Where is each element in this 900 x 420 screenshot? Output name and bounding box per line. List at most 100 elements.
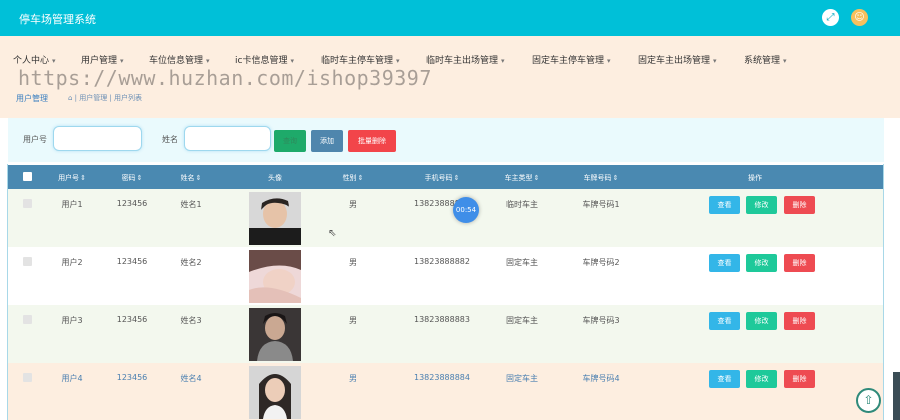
avatar-photo-image <box>249 192 301 245</box>
cell-owner-type: 固定车主 <box>506 374 538 383</box>
avatar-photo <box>249 192 301 245</box>
cell-name: 姓名4 <box>180 374 202 383</box>
sort-icon: ⇕ <box>533 174 540 182</box>
view-button[interactable]: 查看 <box>709 312 740 330</box>
edit-button[interactable]: 修改 <box>746 196 777 214</box>
column-header[interactable]: 用户号⇕ <box>58 173 86 183</box>
cell-phone: 13823888884 <box>414 373 470 382</box>
column-header[interactable]: 密码⇕ <box>122 173 143 183</box>
avatar-photo-image <box>249 366 301 419</box>
user-no-input[interactable] <box>53 126 142 151</box>
cell-user-no: 用户1 <box>61 200 83 209</box>
user-no-label: 用户号 <box>23 135 47 144</box>
cell-plate: 车牌号码3 <box>582 316 620 325</box>
cell-name: 姓名3 <box>180 316 202 325</box>
nav-item-temp-parking[interactable]: 临时车主停车管理 ▾ <box>321 53 400 66</box>
table-row: 用户3 123456 姓名3 男 13823888883 固定车主 车牌号码3 … <box>8 305 883 363</box>
nav-item-system[interactable]: 系统管理 ▾ <box>744 53 787 66</box>
nav-item-user-management[interactable]: 用户管理 ▾ <box>81 53 124 66</box>
nav-item-parking-space[interactable]: 车位信息管理 ▾ <box>149 53 210 66</box>
app-title: 停车场管理系统 <box>19 13 96 26</box>
cell-password: 123456 <box>116 199 148 208</box>
name-label: 姓名 <box>162 135 178 144</box>
column-header[interactable]: 车主类型⇕ <box>505 173 540 183</box>
sort-icon: ⇕ <box>136 174 143 182</box>
row-checkbox[interactable] <box>23 199 32 208</box>
cell-owner-type: 固定车主 <box>506 258 538 267</box>
delete-button[interactable]: 删除 <box>784 312 815 330</box>
cell-phone: 13823888883 <box>414 315 470 324</box>
select-all-checkbox[interactable] <box>23 172 32 181</box>
back-to-top-button[interactable]: ⇧ <box>856 388 881 413</box>
table-row: 用户2 123456 姓名2 男 13823888882 固定车主 车牌号码2 … <box>8 247 883 305</box>
avatar-photo <box>249 250 301 303</box>
cell-user-no: 用户2 <box>61 258 83 267</box>
delete-button[interactable]: 删除 <box>784 254 815 272</box>
edit-button[interactable]: 修改 <box>746 312 777 330</box>
delete-button[interactable]: 删除 <box>784 196 815 214</box>
cell-gender: 男 <box>349 258 357 267</box>
chevron-down-icon: ▾ <box>501 57 505 65</box>
cell-name: 姓名1 <box>180 200 202 209</box>
column-header: 操作 <box>748 174 762 182</box>
cell-phone: 13823888882 <box>414 257 470 266</box>
avatar[interactable]: ☺ <box>851 9 868 26</box>
add-button[interactable]: 添加 <box>311 130 343 152</box>
nav-item-ic-card[interactable]: ic卡信息管理 ▾ <box>235 53 294 66</box>
edit-button[interactable]: 修改 <box>746 254 777 272</box>
nav-item-fixed-exit[interactable]: 固定车主出场管理 ▾ <box>638 53 717 66</box>
cell-plate: 车牌号码1 <box>582 200 620 209</box>
cell-password: 123456 <box>116 315 148 324</box>
cursor-icon: ⇖ <box>328 228 337 239</box>
nav-item-fixed-parking[interactable]: 固定车主停车管理 ▾ <box>532 53 611 66</box>
cell-user-no: 用户4 <box>61 374 83 383</box>
sort-icon: ⇕ <box>357 174 364 182</box>
cell-password: 123456 <box>116 257 148 266</box>
delete-button[interactable]: 删除 <box>784 370 815 388</box>
row-checkbox[interactable] <box>23 373 32 382</box>
row-checkbox[interactable] <box>23 257 32 266</box>
sort-icon: ⇕ <box>612 174 619 182</box>
column-header[interactable]: 手机号码⇕ <box>425 173 460 183</box>
cell-password: 123456 <box>116 373 148 382</box>
top-bar: 停车场管理系统 ⤢ ☺ <box>0 0 900 36</box>
search-button[interactable]: 查询 <box>274 130 306 152</box>
cell-gender: 男 <box>349 200 357 209</box>
table-header: 用户号⇕ 密码⇕ 姓名⇕ 头像 性别⇕ 手机号码⇕ 车主类型⇕ 车牌号码⇕ 操作 <box>8 165 883 189</box>
sort-icon: ⇕ <box>453 174 460 182</box>
page-title: 用户管理 <box>16 94 48 103</box>
view-button[interactable]: 查看 <box>709 370 740 388</box>
timer-badge: 00:54 <box>453 197 479 223</box>
nav-item-personal-center[interactable]: 个人中心 ▾ <box>13 53 56 66</box>
avatar-photo <box>249 308 301 361</box>
chevron-down-icon: ▾ <box>607 57 611 65</box>
sort-icon: ⇕ <box>80 174 86 182</box>
avatar-photo-image <box>249 308 301 361</box>
name-input[interactable] <box>184 126 271 151</box>
chevron-down-icon: ▾ <box>713 57 717 65</box>
chevron-down-icon: ▾ <box>396 57 400 65</box>
sort-icon: ⇕ <box>195 174 202 182</box>
column-header[interactable]: 姓名⇕ <box>181 173 202 183</box>
view-button[interactable]: 查看 <box>709 196 740 214</box>
cell-owner-type: 临时车主 <box>506 200 538 209</box>
chevron-down-icon: ▾ <box>52 57 56 65</box>
watermark: https://www.huzhan.com/ishop39397 <box>18 66 432 90</box>
batch-delete-button[interactable]: 批量删除 <box>348 130 396 152</box>
cell-gender: 男 <box>349 374 357 383</box>
view-button[interactable]: 查看 <box>709 254 740 272</box>
nav-item-temp-exit[interactable]: 临时车主出场管理 ▾ <box>426 53 505 66</box>
cell-user-no: 用户3 <box>61 316 83 325</box>
fullscreen-icon[interactable]: ⤢ <box>822 9 839 26</box>
cell-plate: 车牌号码2 <box>582 258 620 267</box>
column-header[interactable]: 性别⇕ <box>343 173 364 183</box>
avatar-photo-image <box>249 250 301 303</box>
row-checkbox[interactable] <box>23 315 32 324</box>
chevron-down-icon: ▾ <box>290 57 294 65</box>
cell-plate: 车牌号码4 <box>582 374 620 383</box>
chevron-down-icon: ▾ <box>783 57 787 65</box>
cell-gender: 男 <box>349 316 357 325</box>
breadcrumb[interactable]: ⌂ | 用户管理 | 用户列表 <box>68 93 142 103</box>
edit-button[interactable]: 修改 <box>746 370 777 388</box>
column-header[interactable]: 车牌号码⇕ <box>584 173 619 183</box>
